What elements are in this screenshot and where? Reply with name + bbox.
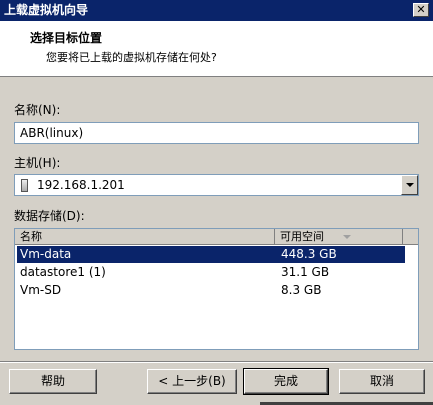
host-value: 192.168.1.201	[37, 178, 125, 192]
cancel-button[interactable]: 取消	[339, 369, 425, 394]
table-row[interactable]: Vm-SD 8.3 GB	[17, 282, 405, 299]
name-input[interactable]: ABR(linux)	[14, 122, 419, 144]
back-button[interactable]: < 上一步(B)	[147, 369, 237, 394]
wizard-header: 选择目标位置 您要将已上载的虚拟机存储在何处?	[0, 21, 433, 77]
column-header-name[interactable]: 名称	[15, 229, 275, 245]
step-title: 选择目标位置	[30, 31, 103, 45]
host-label: 主机(H):	[14, 156, 61, 170]
datastore-name: Vm-data	[20, 247, 72, 261]
datastore-list[interactable]: 名称 可用空间 Vm-data 448.3 GB datastore1 (1) …	[14, 228, 419, 350]
datastore-name: Vm-SD	[20, 283, 62, 297]
sort-icon	[343, 235, 351, 239]
name-label: 名称(N):	[14, 103, 61, 117]
finish-button[interactable]: 完成	[243, 368, 329, 395]
datastore-name: datastore1 (1)	[20, 265, 106, 279]
datastore-label: 数据存储(D):	[14, 209, 85, 223]
list-header: 名称 可用空间	[15, 229, 418, 245]
server-icon	[21, 179, 28, 192]
help-button[interactable]: 帮助	[9, 369, 97, 394]
datastore-free-space: 8.3 GB	[281, 283, 322, 297]
datastore-free-space: 31.1 GB	[281, 265, 330, 279]
button-separator	[0, 361, 433, 363]
datastore-free-space: 448.3 GB	[281, 247, 337, 261]
close-icon: ✕	[416, 3, 426, 16]
chevron-down-icon[interactable]	[401, 175, 418, 195]
column-header-free-space[interactable]: 可用空间	[275, 229, 403, 245]
host-dropdown[interactable]: 192.168.1.201	[14, 174, 419, 196]
window-title: 上载虚拟机向导	[4, 3, 89, 17]
table-row[interactable]: Vm-data 448.3 GB	[17, 246, 405, 263]
column-header-free-space-label: 可用空间	[280, 230, 324, 243]
step-subtitle: 您要将已上载的虚拟机存储在何处?	[46, 51, 217, 64]
title-bar: 上载虚拟机向导 ✕	[0, 0, 433, 21]
close-button[interactable]: ✕	[413, 3, 429, 17]
table-row[interactable]: datastore1 (1) 31.1 GB	[17, 264, 405, 281]
